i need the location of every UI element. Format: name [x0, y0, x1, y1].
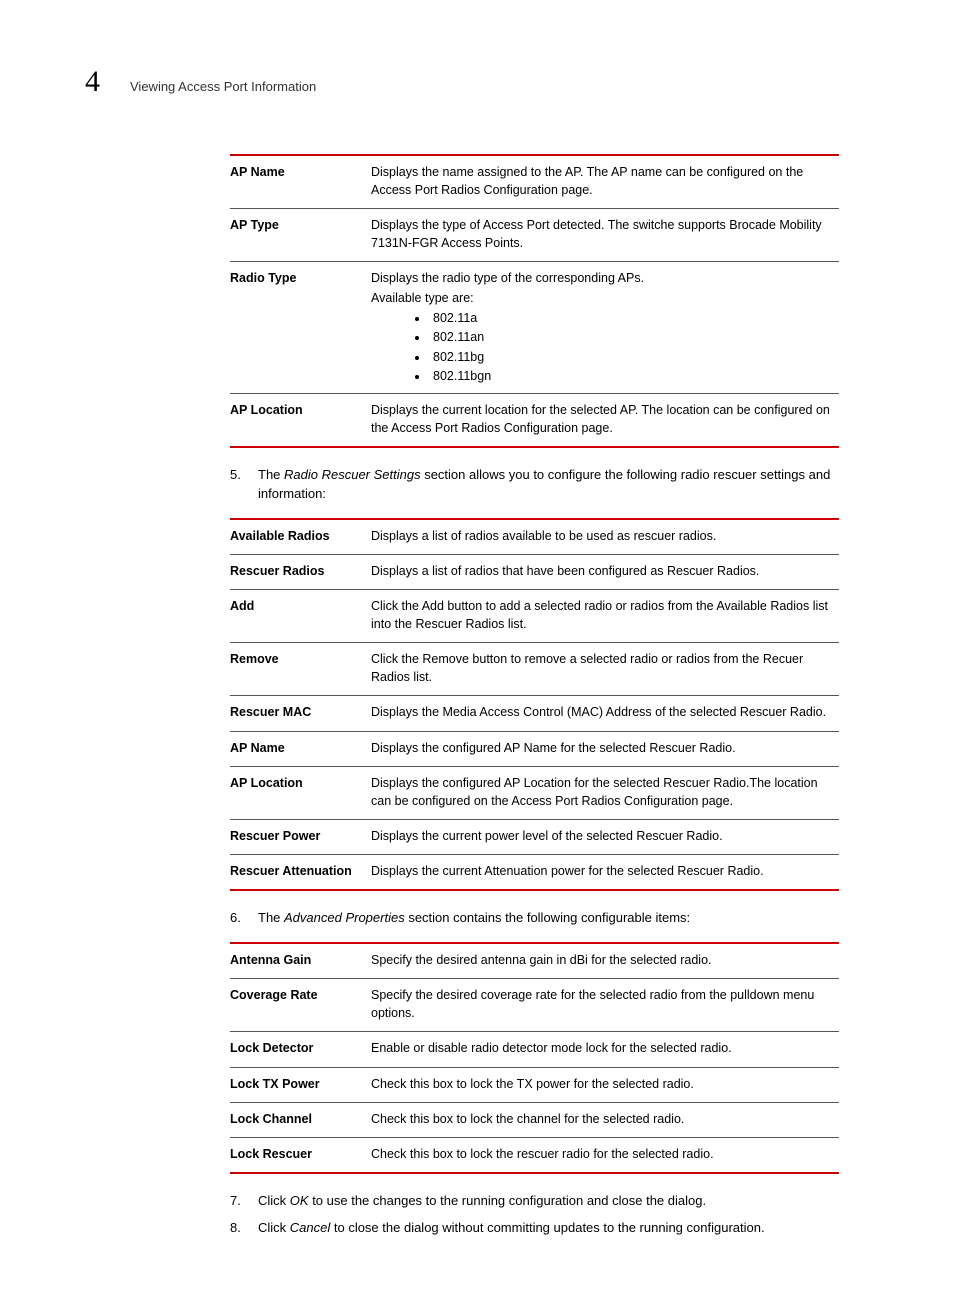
rescuer-settings-table: Available RadiosDisplays a list of radio…: [230, 518, 839, 892]
list-item: 802.11an: [429, 328, 833, 346]
description-cell: Displays the Media Access Control (MAC) …: [371, 696, 839, 731]
description-cell: Displays a list of radios available to b…: [371, 519, 839, 555]
emphasis: Advanced Properties: [284, 910, 405, 925]
term-cell: Rescuer Power: [230, 819, 371, 854]
term-cell: Lock TX Power: [230, 1067, 371, 1102]
table-row: Lock ChannelCheck this box to lock the c…: [230, 1102, 839, 1137]
chapter-number: 4: [85, 60, 130, 104]
table-row: AP TypeDisplays the type of Access Port …: [230, 208, 839, 261]
list-item: 802.11bg: [429, 348, 833, 366]
term-cell: Lock Channel: [230, 1102, 371, 1137]
list-item: 802.11a: [429, 309, 833, 327]
step-item: 6.The Advanced Properties section contai…: [230, 909, 839, 928]
table-row: Rescuer AttenuationDisplays the current …: [230, 855, 839, 891]
step-text: Click OK to use the changes to the runni…: [258, 1192, 839, 1211]
description-cell: Displays the current power level of the …: [371, 819, 839, 854]
description-cell: Displays the current location for the se…: [371, 393, 839, 447]
step-list-6: 6.The Advanced Properties section contai…: [230, 909, 839, 928]
description-cell: Displays the name assigned to the AP. Th…: [371, 155, 839, 209]
step-text: The Advanced Properties section contains…: [258, 909, 839, 928]
term-cell: Lock Detector: [230, 1032, 371, 1067]
table-row: AP LocationDisplays the configured AP Lo…: [230, 766, 839, 819]
emphasis: Radio Rescuer Settings: [284, 467, 421, 482]
description-cell: Check this box to lock the channel for t…: [371, 1102, 839, 1137]
ap-info-table: AP NameDisplays the name assigned to the…: [230, 154, 839, 449]
term-cell: AP Name: [230, 155, 371, 209]
step-list-5: 5.The Radio Rescuer Settings section all…: [230, 466, 839, 504]
table-row: Available RadiosDisplays a list of radio…: [230, 519, 839, 555]
description-cell: Displays the radio type of the correspon…: [371, 262, 839, 394]
page-header: 4 Viewing Access Port Information: [85, 60, 839, 104]
bullet-list: 802.11a802.11an 802.11bg802.11bgn: [371, 309, 833, 385]
step-item: 5.The Radio Rescuer Settings section all…: [230, 466, 839, 504]
table-row: Radio TypeDisplays the radio type of the…: [230, 262, 839, 394]
table-row: AP NameDisplays the name assigned to the…: [230, 155, 839, 209]
term-cell: Lock Rescuer: [230, 1137, 371, 1173]
term-cell: Rescuer Radios: [230, 554, 371, 589]
term-cell: AP Location: [230, 766, 371, 819]
table-row: AP LocationDisplays the current location…: [230, 393, 839, 447]
step-text: The Radio Rescuer Settings section allow…: [258, 466, 839, 504]
term-cell: AP Type: [230, 208, 371, 261]
description-cell: Enable or disable radio detector mode lo…: [371, 1032, 839, 1067]
term-cell: AP Location: [230, 393, 371, 447]
description-cell: Check this box to lock the rescuer radio…: [371, 1137, 839, 1173]
term-cell: Rescuer MAC: [230, 696, 371, 731]
table-row: Lock RescuerCheck this box to lock the r…: [230, 1137, 839, 1173]
description-cell: Displays a list of radios that have been…: [371, 554, 839, 589]
description-cell: Displays the type of Access Port detecte…: [371, 208, 839, 261]
content-area: AP NameDisplays the name assigned to the…: [230, 154, 839, 1238]
description-cell: Displays the configured AP Location for …: [371, 766, 839, 819]
table-row: AddClick the Add button to add a selecte…: [230, 589, 839, 642]
table-row: AP NameDisplays the configured AP Name f…: [230, 731, 839, 766]
table-row: RemoveClick the Remove button to remove …: [230, 643, 839, 696]
table-row: Rescuer PowerDisplays the current power …: [230, 819, 839, 854]
advanced-properties-table: Antenna GainSpecify the desired antenna …: [230, 942, 839, 1174]
step-number: 6.: [230, 909, 258, 928]
description-cell: Displays the configured AP Name for the …: [371, 731, 839, 766]
page: 4 Viewing Access Port Information AP Nam…: [0, 0, 954, 1312]
term-cell: AP Name: [230, 731, 371, 766]
term-cell: Antenna Gain: [230, 943, 371, 979]
description-cell: Click the Add button to add a selected r…: [371, 589, 839, 642]
term-cell: Coverage Rate: [230, 979, 371, 1032]
term-cell: Add: [230, 589, 371, 642]
step-list-7-8: 7.Click OK to use the changes to the run…: [230, 1192, 839, 1238]
table-row: Lock TX PowerCheck this box to lock the …: [230, 1067, 839, 1102]
step-number: 7.: [230, 1192, 258, 1211]
section-title: Viewing Access Port Information: [130, 78, 316, 97]
description-cell: Click the Remove button to remove a sele…: [371, 643, 839, 696]
description-cell: Specify the desired coverage rate for th…: [371, 979, 839, 1032]
description-cell: Check this box to lock the TX power for …: [371, 1067, 839, 1102]
table-row: Coverage RateSpecify the desired coverag…: [230, 979, 839, 1032]
description-cell: Displays the current Attenuation power f…: [371, 855, 839, 891]
table-row: Rescuer MACDisplays the Media Access Con…: [230, 696, 839, 731]
term-cell: Remove: [230, 643, 371, 696]
table-row: Antenna GainSpecify the desired antenna …: [230, 943, 839, 979]
description-cell: Specify the desired antenna gain in dBi …: [371, 943, 839, 979]
emphasis: OK: [290, 1193, 309, 1208]
term-cell: Available Radios: [230, 519, 371, 555]
term-cell: Radio Type: [230, 262, 371, 394]
table-row: Lock DetectorEnable or disable radio det…: [230, 1032, 839, 1067]
list-item: 802.11bgn: [429, 367, 833, 385]
term-cell: Rescuer Attenuation: [230, 855, 371, 891]
table-row: Rescuer RadiosDisplays a list of radios …: [230, 554, 839, 589]
step-item: 7.Click OK to use the changes to the run…: [230, 1192, 839, 1211]
step-number: 5.: [230, 466, 258, 504]
emphasis: Cancel: [290, 1220, 330, 1235]
